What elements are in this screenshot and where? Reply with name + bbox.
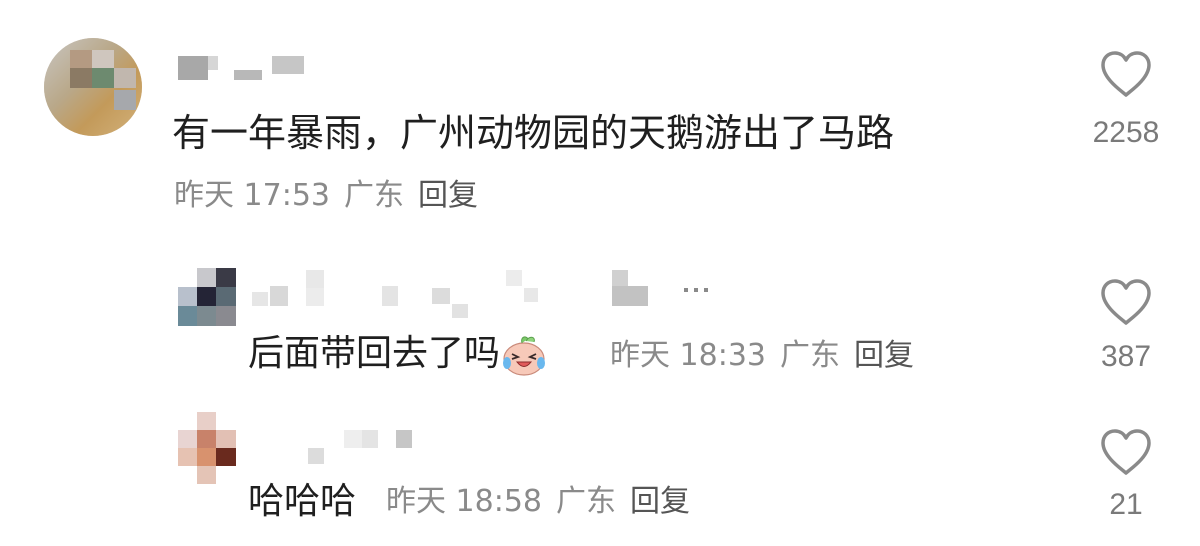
comment-1: 有一年暴雨，广州动物园的天鹅游出了马路 昨天 17:53 广东 回复 2258	[0, 0, 1200, 240]
comment-3: 哈哈哈 昨天 18:58 广东 回复 21	[0, 400, 1200, 546]
avatar[interactable]	[178, 268, 236, 326]
like-button[interactable]: 21	[1086, 428, 1166, 522]
comment-meta: 昨天 18:33 广东 回复	[610, 336, 928, 376]
like-button[interactable]: 387	[1086, 278, 1166, 374]
heart-outline-icon	[1101, 51, 1151, 97]
like-count: 21	[1109, 488, 1143, 521]
comment-text-row: 后面带回去了吗	[248, 330, 548, 378]
comment-meta: 昨天 18:58 广东 回复	[386, 482, 704, 522]
laughing-crying-peach-emoji	[503, 336, 546, 376]
like-count: 2258	[1092, 116, 1160, 149]
comment-text: 哈哈哈	[248, 481, 357, 522]
reply-button[interactable]: 回复	[854, 338, 914, 373]
comment-text: 有一年暴雨，广州动物园的天鹅游出了马路	[172, 111, 895, 155]
heart-outline-icon	[1101, 279, 1151, 325]
comment-meta: 昨天 17:53 广东 回复	[174, 176, 492, 216]
reply-button[interactable]: 回复	[418, 178, 478, 213]
like-button[interactable]: 2258	[1086, 50, 1166, 150]
reply-button[interactable]: 回复	[630, 484, 690, 519]
comment-time: 昨天 18:33	[610, 338, 766, 373]
comment-time: 昨天 18:58	[386, 484, 542, 519]
comment-location: 广东	[780, 338, 840, 373]
comment-text: 后面带回去了吗	[248, 333, 501, 374]
comment-location: 广东	[556, 484, 616, 519]
comment-time: 昨天 17:53	[174, 178, 330, 213]
avatar[interactable]	[178, 412, 236, 484]
heart-outline-icon	[1101, 429, 1151, 475]
comment-location: 广东	[344, 178, 404, 213]
avatar[interactable]	[44, 38, 142, 136]
like-count: 387	[1100, 340, 1152, 373]
comment-2: 后面带回去了吗 昨天 18:33 广东 回复 387	[0, 240, 1200, 400]
